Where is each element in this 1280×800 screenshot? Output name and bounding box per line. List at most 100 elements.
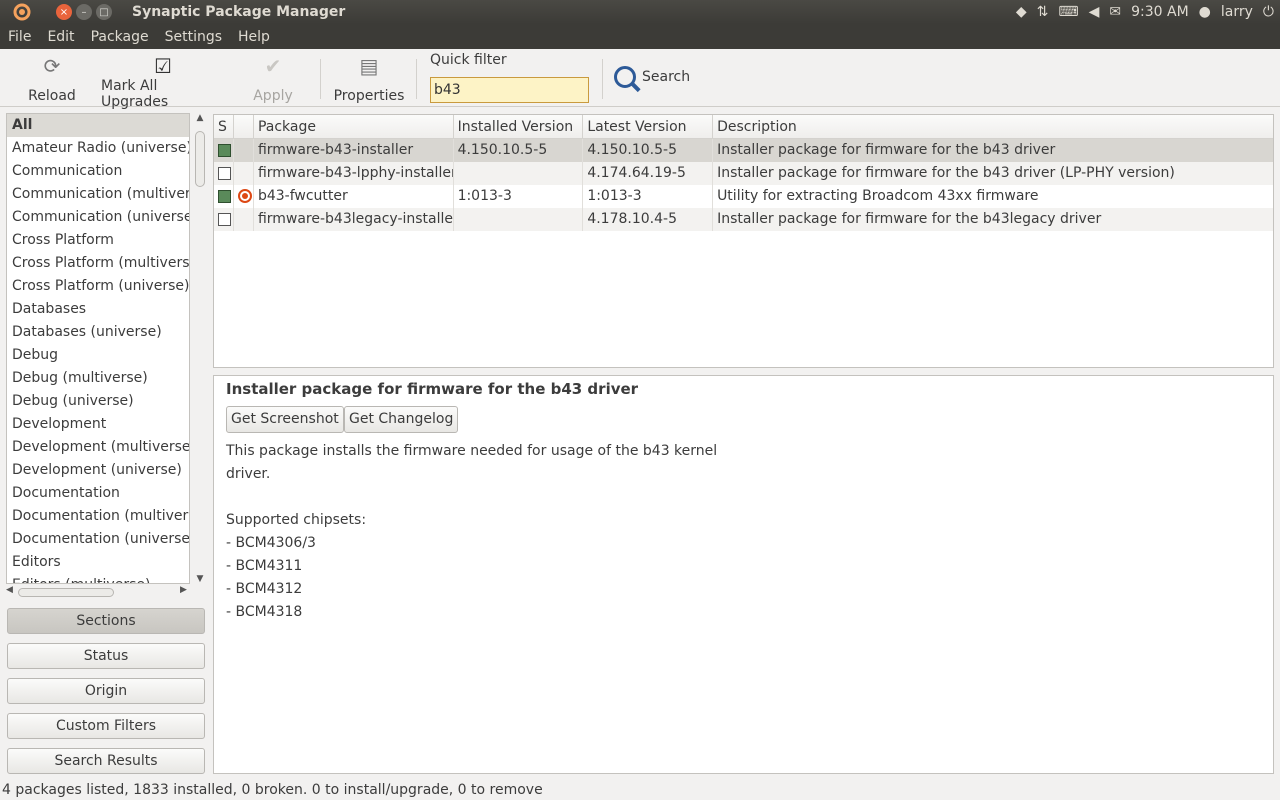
section-item[interactable]: Debug (multiverse) xyxy=(7,367,189,390)
reload-label: Reload xyxy=(28,88,76,104)
sections-panel: All Amateur Radio (universe) Communication… xyxy=(6,113,206,603)
installed-version-cell xyxy=(454,162,584,185)
icon-cell xyxy=(234,139,254,162)
search-button[interactable]: Search xyxy=(614,66,690,88)
network-icon[interactable]: ⇅ xyxy=(1037,4,1049,20)
section-item[interactable]: Development (universe) xyxy=(7,459,189,482)
window-minimize-button[interactable]: – xyxy=(76,4,92,20)
quick-filter-input[interactable] xyxy=(430,77,589,103)
scrollbar-thumb[interactable] xyxy=(195,131,205,187)
status-cell[interactable] xyxy=(214,185,234,208)
status-cell[interactable] xyxy=(214,139,234,162)
table-row[interactable]: firmware-b43-installer 4.150.10.5-5 4.15… xyxy=(214,139,1273,162)
scroll-left-arrow-icon[interactable]: ◀ xyxy=(6,585,13,595)
icon-cell xyxy=(234,185,254,208)
properties-button[interactable]: ▤ Properties xyxy=(333,54,405,104)
section-item[interactable]: Communication (universe) xyxy=(7,206,189,229)
get-screenshot-button[interactable]: Get Screenshot xyxy=(226,406,344,433)
table-row[interactable]: firmware-b43-lpphy-installer 4.174.64.19… xyxy=(214,162,1273,185)
column-header-package[interactable]: Package xyxy=(254,115,454,138)
table-row[interactable]: b43-fwcutter 1:013-3 1:013-3 Utility for… xyxy=(214,185,1273,208)
status-cell[interactable] xyxy=(214,208,234,231)
scroll-right-arrow-icon[interactable]: ▶ xyxy=(180,585,187,595)
reload-button[interactable]: ⟳ Reload xyxy=(28,54,76,104)
section-item[interactable]: Development xyxy=(7,413,189,436)
installed-status-icon[interactable] xyxy=(218,190,231,203)
menu-package[interactable]: Package xyxy=(83,29,157,45)
custom-filters-button[interactable]: Custom Filters xyxy=(7,713,205,739)
user-name[interactable]: larry xyxy=(1221,4,1253,20)
section-item[interactable]: All xyxy=(7,114,189,137)
installed-status-icon[interactable] xyxy=(218,144,231,157)
apply-label: Apply xyxy=(253,88,293,104)
search-results-button[interactable]: Search Results xyxy=(7,748,205,774)
section-item[interactable]: Editors (multiverse) xyxy=(7,574,189,583)
section-item[interactable]: Amateur Radio (universe) xyxy=(7,137,189,160)
properties-label: Properties xyxy=(333,88,405,104)
power-icon[interactable]: ⏻ xyxy=(1263,4,1274,20)
dropbox-icon[interactable]: ◆ xyxy=(1016,4,1027,20)
section-item[interactable]: Debug xyxy=(7,344,189,367)
menu-file[interactable]: File xyxy=(0,29,39,45)
package-cell: b43-fwcutter xyxy=(254,185,454,208)
scroll-up-arrow-icon[interactable]: ▲ xyxy=(194,113,206,123)
description-cell: Installer package for firmware for the b… xyxy=(717,165,1175,181)
window-maximize-button[interactable]: □ xyxy=(96,4,112,20)
apply-button[interactable]: ✔ Apply xyxy=(252,54,294,104)
clock[interactable]: 9:30 AM xyxy=(1131,4,1189,20)
column-header-status[interactable]: S xyxy=(214,115,234,138)
section-item[interactable]: Editors xyxy=(7,551,189,574)
sections-list: All Amateur Radio (universe) Communication… xyxy=(6,113,190,584)
column-header-installed-version[interactable]: Installed Version xyxy=(454,115,584,138)
origin-filter-button[interactable]: Origin xyxy=(7,678,205,704)
status-bar: 4 packages listed, 1833 installed, 0 bro… xyxy=(2,782,543,798)
section-item[interactable]: Debug (universe) xyxy=(7,390,189,413)
search-icon xyxy=(614,66,636,88)
section-item[interactable]: Databases (universe) xyxy=(7,321,189,344)
sections-vertical-scrollbar[interactable]: ▲ ▼ xyxy=(194,113,206,584)
latest-version-cell: 4.178.10.4-5 xyxy=(583,208,714,231)
get-changelog-button[interactable]: Get Changelog xyxy=(344,406,459,433)
table-row[interactable]: firmware-b43legacy-installer 4.178.10.4-… xyxy=(214,208,1273,231)
status-cell[interactable] xyxy=(214,162,234,185)
section-item[interactable]: Development (multiverse) xyxy=(7,436,189,459)
table-header: S Package Installed Version Latest Versi… xyxy=(214,115,1273,139)
not-installed-status-icon[interactable] xyxy=(218,167,231,180)
installed-version-cell: 4.150.10.5-5 xyxy=(454,139,584,162)
column-header-description[interactable]: Description xyxy=(713,115,1273,138)
toolbar-separator xyxy=(416,59,417,99)
package-cell: firmware-b43-lpphy-installer xyxy=(254,162,454,185)
scrollbar-thumb[interactable] xyxy=(18,588,114,597)
keyboard-icon[interactable]: ⌨ xyxy=(1058,4,1078,20)
mark-all-upgrades-label: Mark All Upgrades xyxy=(101,78,169,110)
scroll-down-arrow-icon[interactable]: ▼ xyxy=(194,574,206,584)
section-item[interactable]: Documentation xyxy=(7,482,189,505)
section-item[interactable]: Cross Platform xyxy=(7,229,189,252)
section-item[interactable]: Documentation (multiverse) xyxy=(7,505,189,528)
status-filter-button[interactable]: Status xyxy=(7,643,205,669)
volume-icon[interactable]: ◀ xyxy=(1089,4,1100,20)
package-table: S Package Installed Version Latest Versi… xyxy=(213,114,1274,368)
not-installed-status-icon[interactable] xyxy=(218,213,231,226)
section-item[interactable]: Documentation (universe) xyxy=(7,528,189,551)
section-item[interactable]: Communication xyxy=(7,160,189,183)
mail-icon[interactable]: ✉ xyxy=(1109,4,1121,20)
section-item[interactable]: Databases xyxy=(7,298,189,321)
section-item[interactable]: Communication (multiverse) xyxy=(7,183,189,206)
menu-edit[interactable]: Edit xyxy=(39,29,82,45)
sections-horizontal-scrollbar[interactable]: ◀ ▶ xyxy=(6,585,190,598)
menu-settings[interactable]: Settings xyxy=(157,29,230,45)
sections-filter-button[interactable]: Sections xyxy=(7,608,205,634)
column-header-icon[interactable] xyxy=(234,115,254,138)
window-title: Synaptic Package Manager xyxy=(132,4,346,20)
mark-all-upgrades-button[interactable]: ☑ Mark All Upgrades xyxy=(101,54,225,110)
toolbar: ⟳ Reload ☑ Mark All Upgrades ✔ Apply ▤ P… xyxy=(0,49,1280,110)
column-header-latest-version[interactable]: Latest Version xyxy=(583,115,714,138)
latest-version-cell: 4.150.10.5-5 xyxy=(583,139,714,162)
section-item[interactable]: Cross Platform (multiverse) xyxy=(7,252,189,275)
menu-help[interactable]: Help xyxy=(230,29,278,45)
window-close-button[interactable]: × xyxy=(56,4,72,20)
section-item[interactable]: Cross Platform (universe) xyxy=(7,275,189,298)
user-icon[interactable]: ● xyxy=(1199,4,1211,20)
ubuntu-logo-icon[interactable] xyxy=(0,0,44,24)
